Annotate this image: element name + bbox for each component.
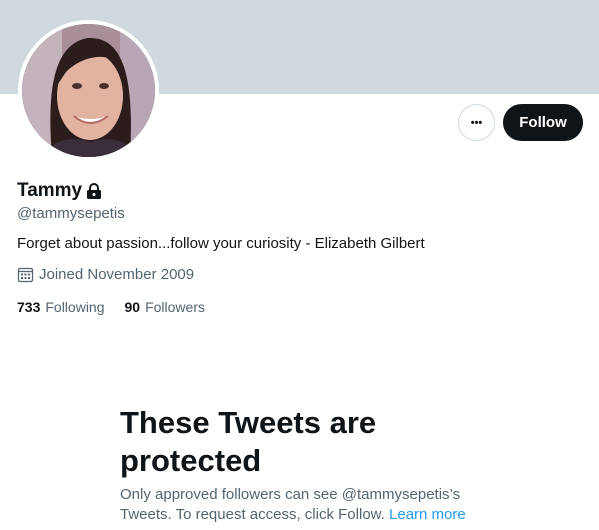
more-options-button[interactable]: ••• (458, 104, 495, 141)
follow-button[interactable]: Follow (503, 104, 583, 141)
profile-name: Tammy (17, 180, 83, 201)
protected-title: These Tweets are protected (120, 405, 377, 478)
learn-more-link[interactable]: Learn more (389, 506, 466, 523)
following-label: Following (45, 299, 105, 315)
following-link[interactable]: 733 Following (17, 299, 105, 315)
more-icon: ••• (470, 116, 483, 129)
profile-handle: @tammysepetis (17, 205, 125, 222)
calendar-icon (17, 266, 34, 283)
profile-bio: Forget about passion...follow your curio… (17, 235, 425, 252)
profile-page: ••• Follow Tammy @tammysepetis Forget ab… (0, 0, 599, 530)
protected-description: Only approved followers can see @tammyse… (120, 485, 480, 525)
followers-link[interactable]: 90 Followers (125, 299, 205, 315)
avatar[interactable] (18, 20, 159, 161)
followers-label: Followers (145, 299, 205, 315)
joined-text: Joined November 2009 (39, 266, 195, 283)
lock-icon (85, 182, 103, 200)
joined-date: Joined November 2009 (17, 266, 194, 283)
profile-name-row: Tammy (17, 180, 103, 202)
followers-count: 90 (124, 299, 141, 315)
profile-stats: 733 Following 90 Followers (17, 299, 225, 315)
following-count: 733 (17, 299, 41, 315)
